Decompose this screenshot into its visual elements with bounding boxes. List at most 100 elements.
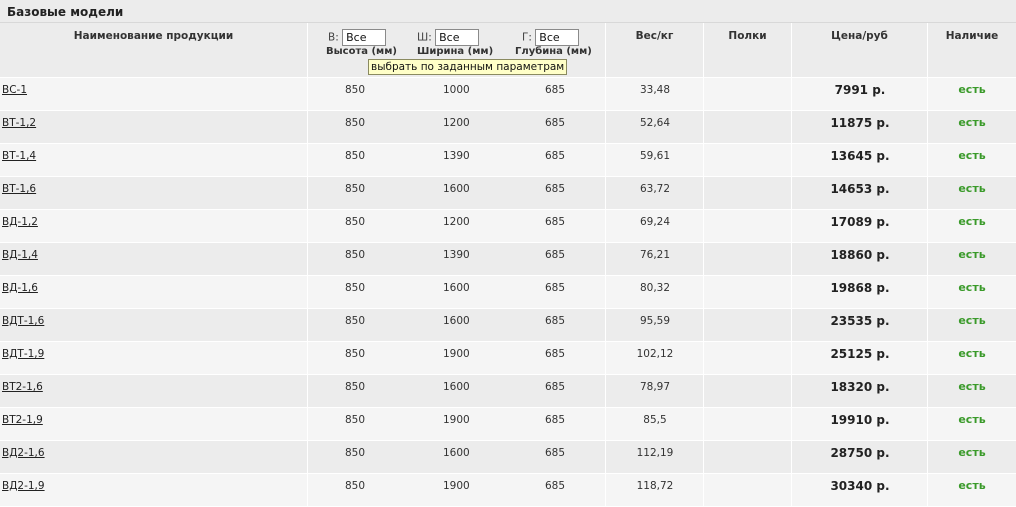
stock-cell: есть: [928, 210, 1016, 242]
product-link[interactable]: ВД2-1,9: [2, 480, 45, 492]
width-filter-prefix: Ш:: [417, 31, 432, 44]
width-value: 1200: [443, 117, 470, 129]
name-cell: ВДТ-1,9: [0, 342, 308, 374]
shelves-cell: [704, 144, 792, 176]
width-value: 1390: [443, 249, 470, 261]
price-cell: 23535 р.: [792, 309, 928, 341]
width-caption: Ширина (мм): [417, 46, 494, 57]
price-value: 17089 р.: [830, 215, 890, 229]
width-value: 1900: [443, 480, 470, 492]
price-value: 18320 р.: [830, 380, 890, 394]
price-value: 14653 р.: [830, 182, 890, 196]
price-value: 18860 р.: [830, 248, 890, 262]
dimensions-cell: 850 1200 685: [308, 210, 606, 242]
height-value: 850: [345, 249, 366, 261]
weight-value: 63,72: [639, 183, 671, 195]
name-cell: ВС-1: [0, 78, 308, 110]
height-value: 850: [345, 117, 366, 129]
weight-cell: 59,61: [606, 144, 704, 176]
product-link[interactable]: ВД-1,4: [2, 249, 38, 261]
stock-status: есть: [958, 248, 986, 261]
width-filter: Ш:: [417, 29, 480, 46]
weight-value: 76,21: [639, 249, 671, 261]
dimensions-cell: 850 1600 685: [308, 177, 606, 209]
stock-cell: есть: [928, 144, 1016, 176]
stock-cell: есть: [928, 441, 1016, 473]
header-price: Цена/руб: [831, 30, 888, 42]
shelves-cell: [704, 243, 792, 275]
depth-value: 685: [545, 348, 566, 360]
shelves-cell: [704, 210, 792, 242]
depth-value: 685: [545, 249, 566, 261]
width-value: 1600: [443, 447, 470, 459]
price-cell: 11875 р.: [792, 111, 928, 143]
dimensions-cell: 850 1600 685: [308, 375, 606, 407]
table-row: ВДТ-1,6 850 1600 685 95,59 23535 р. есть: [0, 308, 1016, 341]
table-row: ВД-1,2 850 1200 685 69,24 17089 р. есть: [0, 209, 1016, 242]
stock-status: есть: [958, 314, 986, 327]
weight-value: 85,5: [643, 414, 667, 426]
header-weight-col: Вес/кг: [606, 23, 704, 77]
weight-cell: 52,64: [606, 111, 704, 143]
height-value: 850: [345, 480, 366, 492]
product-link[interactable]: ВД-1,2: [2, 216, 38, 228]
height-filter-input[interactable]: [342, 29, 387, 46]
shelves-cell: [704, 474, 792, 506]
dimensions-cell: 850 1600 685: [308, 441, 606, 473]
height-value: 850: [345, 84, 366, 96]
product-link[interactable]: ВТ-1,6: [2, 183, 36, 195]
product-link[interactable]: ВТ-1,4: [2, 150, 36, 162]
weight-value: 78,97: [639, 381, 671, 393]
depth-filter-input[interactable]: [535, 29, 580, 46]
dimensions-cell: 850 1900 685: [308, 474, 606, 506]
product-link[interactable]: ВТ-1,2: [2, 117, 36, 129]
dimensions-cell: 850 1900 685: [308, 408, 606, 440]
product-link[interactable]: ВДТ-1,6: [2, 315, 44, 327]
table-row: ВД2-1,9 850 1900 685 118,72 30340 р. ест…: [0, 473, 1016, 506]
shelves-cell: [704, 276, 792, 308]
height-value: 850: [345, 348, 366, 360]
stock-status: есть: [958, 347, 986, 360]
product-link[interactable]: ВД2-1,6: [2, 447, 45, 459]
height-value: 850: [345, 150, 366, 162]
width-filter-input[interactable]: [435, 29, 480, 46]
stock-status: есть: [958, 215, 986, 228]
depth-filter: Г:: [522, 29, 580, 46]
height-value: 850: [345, 381, 366, 393]
price-cell: 7991 р.: [792, 78, 928, 110]
weight-value: 95,59: [639, 315, 671, 327]
price-value: 11875 р.: [830, 116, 890, 130]
depth-filter-prefix: Г:: [522, 31, 532, 44]
product-link[interactable]: ВД-1,6: [2, 282, 38, 294]
name-cell: ВД-1,6: [0, 276, 308, 308]
header-shelves-col: Полки: [704, 23, 792, 77]
product-link[interactable]: ВТ2-1,6: [2, 381, 43, 393]
width-value: 1200: [443, 216, 470, 228]
width-value: 1390: [443, 150, 470, 162]
stock-status: есть: [958, 149, 986, 162]
price-value: 19868 р.: [830, 281, 890, 295]
shelves-cell: [704, 441, 792, 473]
stock-status: есть: [958, 479, 986, 492]
width-value: 1600: [443, 315, 470, 327]
product-link[interactable]: ВС-1: [2, 84, 27, 96]
height-value: 850: [345, 183, 366, 195]
price-value: 23535 р.: [830, 314, 890, 328]
width-value: 1900: [443, 348, 470, 360]
name-cell: ВД-1,2: [0, 210, 308, 242]
name-cell: ВД-1,4: [0, 243, 308, 275]
depth-caption: Глубина (мм): [515, 46, 592, 57]
product-link[interactable]: ВДТ-1,9: [2, 348, 44, 360]
dimensions-cell: 850 1200 685: [308, 111, 606, 143]
table-row: ВД-1,6 850 1600 685 80,32 19868 р. есть: [0, 275, 1016, 308]
header-name-col: Наименование продукции: [0, 23, 308, 77]
price-cell: 19910 р.: [792, 408, 928, 440]
name-cell: ВТ-1,2: [0, 111, 308, 143]
weight-value: 69,24: [639, 216, 671, 228]
depth-value: 685: [545, 282, 566, 294]
width-value: 1600: [443, 183, 470, 195]
table-row: ВТ2-1,6 850 1600 685 78,97 18320 р. есть: [0, 374, 1016, 407]
product-link[interactable]: ВТ2-1,9: [2, 414, 43, 426]
depth-value: 685: [545, 183, 566, 195]
header-name: Наименование продукции: [73, 30, 234, 42]
